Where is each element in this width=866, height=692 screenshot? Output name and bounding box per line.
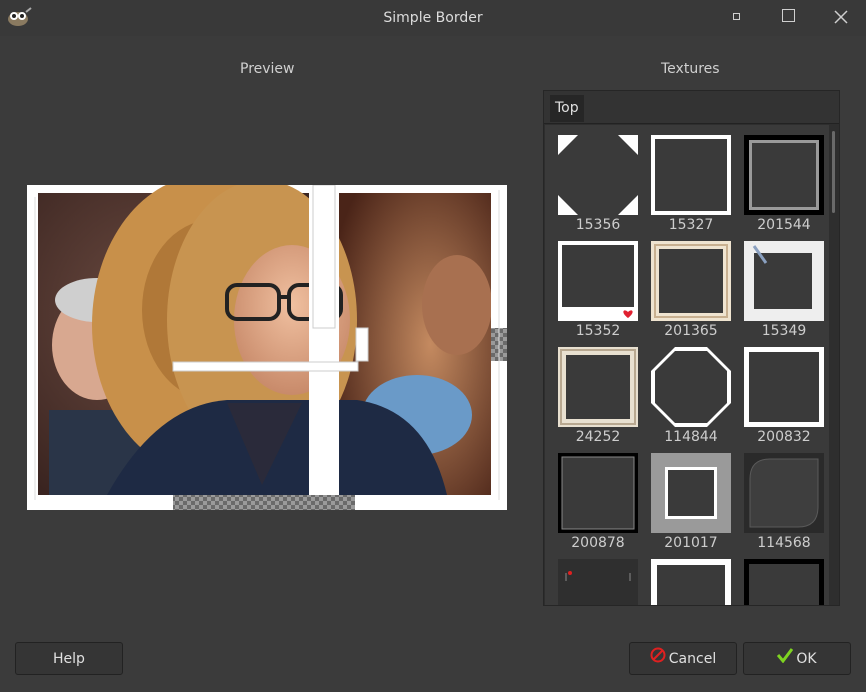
texture-id-label: 201017	[664, 535, 718, 551]
texture-item-200878[interactable]: 200878	[557, 453, 639, 553]
texture-thumbnail	[651, 135, 731, 215]
texture-scrollbar[interactable]	[832, 131, 835, 213]
cancel-button[interactable]: Cancel	[629, 642, 737, 675]
texture-id-label: 15349	[761, 323, 807, 339]
textures-panel: Top 15356 15327 201544 15352 201365 1534…	[543, 90, 840, 606]
texture-thumbnail	[744, 135, 824, 215]
texture-id-label: 114568	[757, 535, 811, 551]
texture-thumbnail	[744, 347, 824, 427]
texture-id-label: 24252	[575, 429, 621, 445]
texture-grid: 15356 15327 201544 15352 201365 15349 24…	[545, 125, 829, 605]
texture-item-200832[interactable]: 200832	[743, 347, 825, 447]
ok-button[interactable]: OK	[743, 642, 851, 675]
texture-item-white[interactable]	[650, 559, 732, 605]
texture-item-201544[interactable]: 201544	[743, 135, 825, 235]
texture-thumbnail	[558, 453, 638, 533]
maximize-button[interactable]	[776, 6, 800, 28]
texture-item-camera[interactable]	[557, 559, 639, 605]
close-button[interactable]	[829, 6, 853, 28]
texture-item-114568[interactable]: 114568	[743, 453, 825, 553]
texture-id-label: 201365	[664, 323, 718, 339]
texture-id-label: 200878	[571, 535, 625, 551]
texture-thumbnail	[744, 241, 824, 321]
texture-item-114844[interactable]: 114844	[650, 347, 732, 447]
tab-top[interactable]: Top	[550, 95, 584, 122]
texture-id-label: 15327	[668, 217, 714, 233]
texture-thumbnail	[558, 135, 638, 215]
texture-item-24252[interactable]: 24252	[557, 347, 639, 447]
texture-thumbnail	[744, 453, 824, 533]
texture-item-15349[interactable]: 15349	[743, 241, 825, 341]
texture-thumbnail	[651, 347, 731, 427]
texture-id-label: 114844	[664, 429, 718, 445]
texture-thumbnail	[744, 559, 824, 605]
texture-thumbnail	[651, 559, 731, 605]
cancel-icon	[650, 643, 666, 675]
texture-id-label: 15356	[575, 217, 621, 233]
help-button[interactable]: Help	[15, 642, 123, 675]
close-icon	[834, 10, 848, 24]
texture-id-label: 200832	[757, 429, 811, 445]
tab-strip: Top	[544, 91, 839, 124]
texture-item-15327[interactable]: 15327	[650, 135, 732, 235]
texture-thumbnail	[558, 347, 638, 427]
textures-label: Textures	[661, 61, 720, 77]
texture-thumbnail	[651, 453, 731, 533]
preview-label: Preview	[240, 61, 295, 77]
maximize-icon	[781, 9, 795, 22]
titlebar: Simple Border	[0, 0, 866, 36]
cancel-button-label: Cancel	[668, 651, 717, 667]
texture-item-201365[interactable]: 201365	[650, 241, 732, 341]
texture-thumbnail	[558, 241, 638, 321]
texture-thumbnail	[558, 559, 638, 605]
texture-item-201017[interactable]: 201017	[650, 453, 732, 553]
checkmark-icon	[777, 643, 794, 675]
help-button-label: Help	[53, 651, 85, 667]
preview-image	[27, 185, 507, 510]
ok-button-label: OK	[796, 651, 817, 667]
texture-thumbnail	[651, 241, 731, 321]
minimize-button[interactable]	[724, 6, 748, 28]
texture-id-label: 15352	[575, 323, 621, 339]
texture-id-label: 201544	[757, 217, 811, 233]
texture-item-15356[interactable]: 15356	[557, 135, 639, 235]
texture-item-black[interactable]	[743, 559, 825, 605]
minimize-icon	[732, 13, 740, 20]
texture-item-15352[interactable]: 15352	[557, 241, 639, 341]
